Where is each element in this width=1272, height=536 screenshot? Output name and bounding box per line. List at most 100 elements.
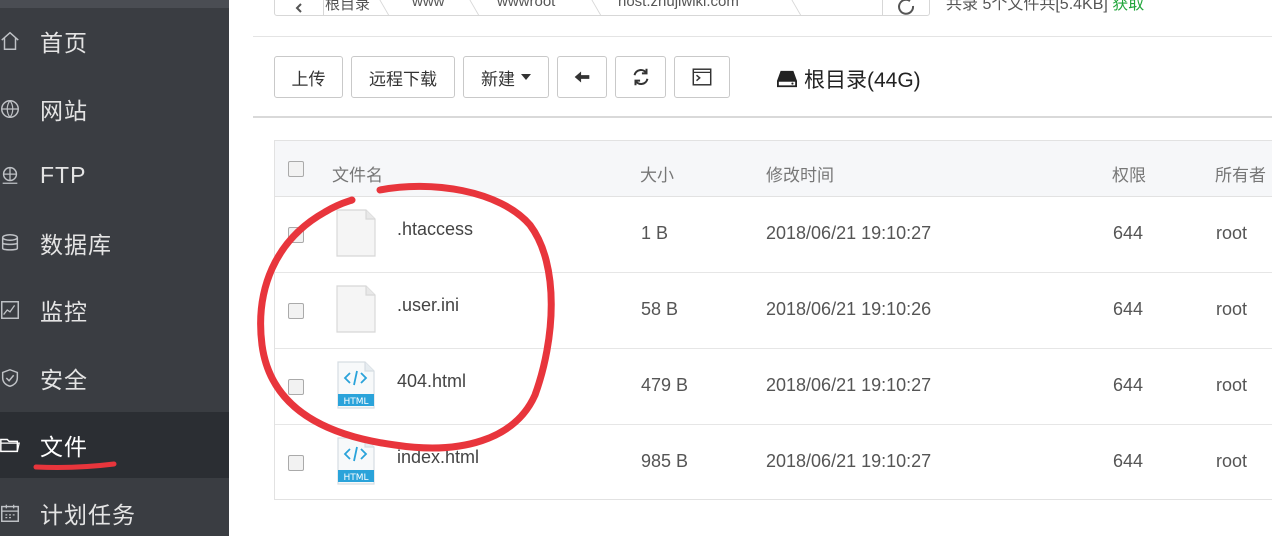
sidebar-item-files[interactable]: 文件 (0, 412, 229, 478)
file-size: 58 B (641, 299, 679, 319)
file-permission[interactable]: 644 (1113, 451, 1143, 472)
breadcrumb-back-button[interactable] (275, 0, 324, 15)
file-mtime: 2018/06/21 19:10:27 (766, 451, 932, 471)
toolbar-divider (253, 116, 1272, 118)
file-permission[interactable]: 644 (1113, 299, 1143, 320)
upload-button-label: 上传 (291, 69, 326, 89)
disk-info[interactable]: 根目录(44G) (776, 64, 921, 94)
breadcrumb-separator (371, 0, 390, 15)
file-owner: root (1216, 299, 1248, 319)
directory-summary-prefix: 共 (946, 0, 963, 13)
header-divider (253, 36, 1272, 37)
file-permission[interactable]: 644 (1113, 223, 1143, 244)
file-size: 985 B (641, 451, 689, 471)
row-checkbox[interactable] (288, 455, 304, 471)
html-badge-text: HTML (343, 473, 368, 483)
file-permission[interactable]: 644 (1113, 375, 1143, 396)
file-mtime: 2018/06/21 19:10:27 (766, 375, 932, 395)
ftp-icon (0, 163, 22, 187)
table-row[interactable]: .user.ini 58 B 2018/06/21 19:10:26 644 r… (275, 273, 1272, 349)
database-icon (0, 231, 22, 255)
html-file-icon: HTML (337, 437, 375, 485)
file-name[interactable]: .htaccess (397, 219, 473, 240)
breadcrumb: 根目录 www wwwroot host.zhujiwiki.com (274, 0, 930, 16)
file-size: 479 B (641, 375, 689, 395)
sidebar-item-label: 安全 (40, 367, 88, 393)
remote-download-button[interactable]: 远程下载 (351, 56, 455, 98)
monitor-icon (0, 298, 22, 322)
sidebar-item-database[interactable]: 数据库 (0, 210, 229, 276)
breadcrumb-segment[interactable]: 根目录 (325, 0, 370, 14)
file-name[interactable]: .user.ini (397, 295, 459, 316)
sidebar-item-monitor[interactable]: 监控 (0, 277, 229, 343)
file-table: 文件名 大小 修改时间 权限 所有者 .htaccess 1 B 2018/06… (274, 140, 1272, 500)
column-header-name[interactable]: 文件名 (332, 161, 383, 186)
sidebar-item-website[interactable]: 网站 (0, 76, 229, 142)
sidebar-top-strip (0, 0, 229, 8)
sidebar-item-label: 首页 (40, 30, 88, 56)
breadcrumb-refresh-button[interactable] (882, 0, 929, 15)
file-owner: root (1216, 451, 1248, 471)
remote-download-button-label: 远程下载 (369, 69, 437, 89)
refresh-icon (633, 68, 648, 86)
caret-down-icon (521, 74, 531, 80)
sidebar-item-cron[interactable]: 计划任务 (0, 480, 229, 536)
breadcrumb-segment[interactable]: www (412, 0, 445, 10)
globe-icon (0, 97, 22, 121)
table-row[interactable]: HTML 404.html 479 B 2018/06/21 19:10:27 … (275, 349, 1272, 425)
breadcrumb-separator (583, 0, 602, 15)
directory-size-link[interactable]: 获取 (1112, 0, 1144, 13)
sidebar: 首页 网站 FTP 数据库 监控 安全 文件 计划任务 (0, 0, 229, 536)
sidebar-item-label: 文件 (40, 434, 88, 460)
file-size: 1 B (641, 223, 669, 243)
directory-summary-text: 录 5个文件共[5.4KB] (962, 0, 1108, 13)
breadcrumb-separator (461, 0, 480, 15)
breadcrumb-segment[interactable]: wwwroot (497, 0, 555, 10)
html-badge-text: HTML (343, 397, 368, 407)
home-icon (0, 29, 22, 53)
folder-icon (0, 433, 22, 457)
directory-summary: 共录 5个文件共[5.4KB] 获取 (946, 0, 1144, 14)
sidebar-item-label: 数据库 (40, 232, 112, 258)
refresh-button[interactable] (615, 56, 666, 98)
disk-label: 根目录(44G) (804, 69, 921, 92)
column-header-size[interactable]: 大小 (640, 161, 674, 186)
shield-icon (0, 366, 22, 390)
sidebar-item-security[interactable]: 安全 (0, 345, 229, 411)
file-owner: root (1216, 223, 1248, 243)
file-icon (336, 209, 376, 257)
arrow-left-icon (574, 71, 590, 83)
upload-button[interactable]: 上传 (274, 56, 343, 98)
refresh-icon (898, 0, 915, 15)
file-owner: root (1216, 375, 1248, 395)
sidebar-item-label: 网站 (40, 98, 88, 124)
breadcrumb-separator (783, 0, 802, 15)
file-mtime: 2018/06/21 19:10:26 (766, 299, 932, 319)
column-header-owner[interactable]: 所有者 (1215, 161, 1266, 186)
file-mtime: 2018/06/21 19:10:27 (766, 223, 932, 243)
sidebar-item-label: 监控 (40, 299, 88, 325)
chevron-left-icon (295, 3, 302, 13)
terminal-icon (692, 68, 712, 86)
table-row[interactable]: HTML index.html 985 B 2018/06/21 19:10:2… (275, 425, 1272, 501)
terminal-button[interactable] (674, 56, 730, 98)
sidebar-item-home[interactable]: 首页 (0, 8, 229, 74)
new-button-label: 新建 (481, 69, 515, 89)
html-file-icon: HTML (337, 361, 375, 409)
column-header-permission[interactable]: 权限 (1112, 161, 1146, 186)
file-name[interactable]: 404.html (397, 371, 466, 392)
row-checkbox[interactable] (288, 379, 304, 395)
new-dropdown-button[interactable]: 新建 (463, 56, 549, 98)
sidebar-item-label: 计划任务 (40, 502, 136, 528)
table-row[interactable]: .htaccess 1 B 2018/06/21 19:10:27 644 ro… (275, 197, 1272, 273)
select-all-checkbox[interactable] (288, 161, 304, 177)
row-checkbox[interactable] (288, 227, 304, 243)
back-button[interactable] (557, 56, 607, 98)
breadcrumb-segment[interactable]: host.zhujiwiki.com (618, 0, 739, 10)
table-header: 文件名 大小 修改时间 权限 所有者 (275, 141, 1272, 197)
sidebar-item-ftp[interactable]: FTP (0, 142, 229, 208)
row-checkbox[interactable] (288, 303, 304, 319)
hdd-icon (777, 70, 797, 88)
file-name[interactable]: index.html (397, 447, 479, 468)
column-header-mtime[interactable]: 修改时间 (766, 161, 834, 186)
